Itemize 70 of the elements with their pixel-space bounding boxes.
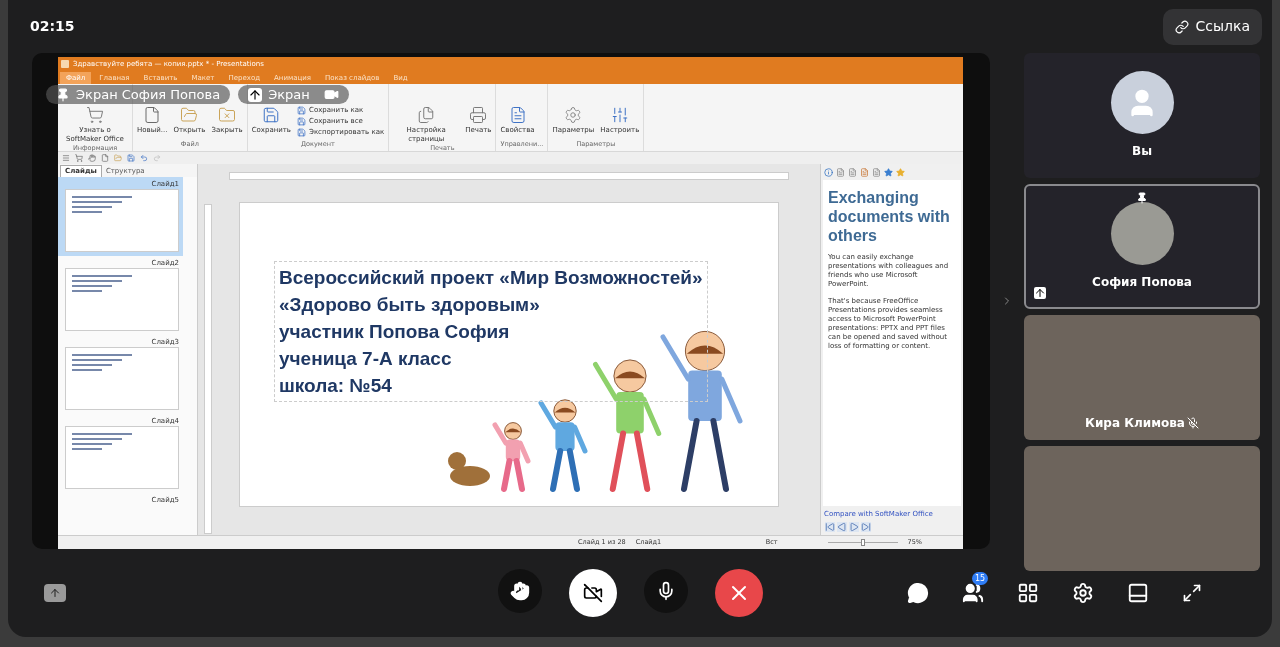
slide-text-line: «Здорово быть здоровым» xyxy=(279,293,541,317)
next-icon[interactable] xyxy=(849,522,859,532)
end-call-button[interactable] xyxy=(715,569,763,617)
grid-icon[interactable] xyxy=(1017,582,1039,604)
undo-icon[interactable] xyxy=(140,154,148,162)
folder-icon xyxy=(180,106,199,124)
camera-off-icon xyxy=(583,583,603,603)
star-icon[interactable] xyxy=(884,167,893,177)
participant-tile[interactable]: София Попова xyxy=(1024,184,1260,309)
slide-text-line: школа: №54 xyxy=(279,374,393,398)
cart-icon[interactable] xyxy=(75,154,83,162)
save-icon[interactable] xyxy=(127,154,135,162)
participant-name: София Попова xyxy=(1092,274,1192,291)
hand-icon[interactable] xyxy=(88,154,96,162)
save-icon xyxy=(297,128,306,137)
arrow-up-icon xyxy=(49,587,61,599)
document-info-icon xyxy=(508,106,527,124)
settings-icon xyxy=(564,106,583,124)
save-icon xyxy=(297,106,306,115)
participant-tile[interactable]: Вы xyxy=(1024,53,1260,178)
pin-icon xyxy=(1136,192,1148,204)
folder-icon xyxy=(218,106,237,124)
settings-icon[interactable] xyxy=(1072,582,1094,604)
call-timer: 02:15 xyxy=(30,17,75,36)
document-icon[interactable] xyxy=(836,167,845,177)
hand-icon xyxy=(510,581,530,601)
raise-hand-button[interactable] xyxy=(498,569,542,613)
previous-icon[interactable] xyxy=(837,522,847,532)
participants-icon[interactable] xyxy=(962,582,984,604)
slide-text-line: Всероссийский проект «Мир Возможностей» xyxy=(279,266,703,290)
first-page-icon[interactable] xyxy=(825,522,835,532)
link-button[interactable]: Ссылка xyxy=(1163,8,1262,45)
zoom-slider-thumb[interactable] xyxy=(860,539,865,546)
fullscreen-icon[interactable] xyxy=(1182,583,1202,603)
camera-button[interactable] xyxy=(569,569,617,617)
sliders-icon xyxy=(610,106,629,124)
microphone-icon xyxy=(656,581,676,601)
printer-icon xyxy=(469,106,488,124)
pages-icon xyxy=(417,106,436,124)
participants-count-badge: 15 xyxy=(972,572,989,585)
participant-tile[interactable] xyxy=(1024,446,1260,571)
folder-icon[interactable] xyxy=(114,154,122,162)
document-icon[interactable] xyxy=(860,167,869,177)
mic-off-icon xyxy=(1186,417,1199,429)
microphone-button[interactable] xyxy=(644,569,688,613)
file-icon xyxy=(143,106,162,124)
save-icon xyxy=(297,117,306,126)
save-icon xyxy=(262,106,281,124)
camera-icon xyxy=(323,87,339,102)
screen-share-icon xyxy=(1034,287,1046,299)
file-icon[interactable] xyxy=(101,154,109,162)
link-icon xyxy=(1175,19,1190,34)
layout-icon[interactable] xyxy=(1127,582,1149,604)
star-icon[interactable] xyxy=(896,167,905,177)
slide-text-line: ученица 7-А класс xyxy=(279,347,453,371)
chat-icon[interactable] xyxy=(907,582,929,604)
app-icon xyxy=(61,60,69,68)
last-page-icon[interactable] xyxy=(861,522,871,532)
document-icon[interactable] xyxy=(848,167,857,177)
slide-text-line: участник Попова София xyxy=(279,320,511,344)
info-heading: Exchanging documents with others xyxy=(828,188,951,245)
redo-icon[interactable] xyxy=(153,154,161,162)
menu-icon[interactable] xyxy=(62,154,70,162)
info-icon[interactable] xyxy=(824,167,833,177)
participant-name: Кира Климова xyxy=(1085,415,1185,432)
share-screen-button[interactable] xyxy=(44,584,66,602)
cart-icon xyxy=(86,106,104,124)
document-icon[interactable] xyxy=(872,167,881,177)
participant-name: Вы xyxy=(1132,143,1152,160)
participant-tile[interactable]: Кира Климова xyxy=(1024,315,1260,440)
